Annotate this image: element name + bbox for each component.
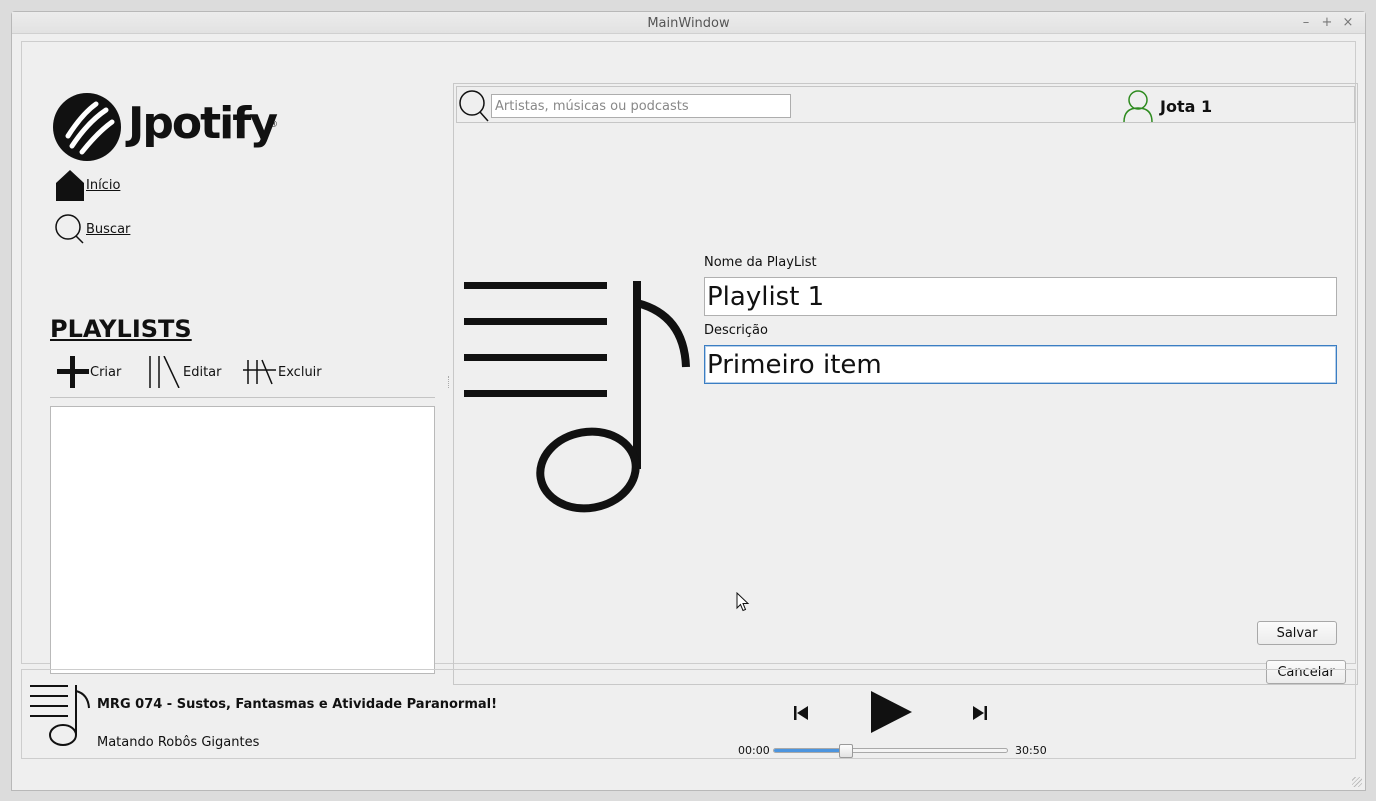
close-button[interactable]: ×	[1341, 15, 1355, 30]
user-name: Jota 1	[1160, 96, 1213, 116]
track-artist: Matando Robôs Gigantes	[97, 735, 260, 750]
delete-playlist-button[interactable]: Excluir	[242, 356, 322, 388]
nav-search[interactable]: Buscar	[54, 213, 130, 245]
track-title: MRG 074 - Sustos, Fantasmas e Atividade …	[97, 697, 498, 712]
next-track-icon[interactable]	[972, 705, 988, 721]
edit-playlist-label: Editar	[183, 364, 222, 380]
delete-icon	[243, 359, 276, 385]
nav-home[interactable]: Início	[54, 168, 120, 202]
playlist-name-input[interactable]	[704, 277, 1337, 316]
track-music-icon	[30, 685, 90, 746]
progress-fill	[774, 749, 847, 752]
progress-slider[interactable]	[773, 744, 1008, 758]
description-label: Descrição	[704, 323, 768, 338]
description-input[interactable]	[704, 345, 1337, 384]
previous-track-icon[interactable]	[793, 705, 809, 721]
divider	[50, 397, 435, 398]
nav-home-label: Início	[86, 177, 121, 193]
content-area: Jota 1 Nome da PlayList Descrição Salvar…	[453, 83, 1358, 685]
total-time: 30:50	[1015, 744, 1047, 757]
window-title: MainWindow	[647, 16, 730, 31]
playlists-heading: PLAYLISTS	[50, 315, 192, 343]
edit-playlist-button[interactable]: Editar	[147, 356, 222, 388]
playlist-music-icon	[464, 281, 690, 513]
brand-registered: ®	[269, 120, 278, 130]
nav-search-label: Buscar	[86, 221, 131, 237]
title-bar: MainWindow – + ×	[12, 12, 1365, 34]
home-icon	[56, 170, 84, 201]
edit-icon	[149, 356, 180, 388]
save-button[interactable]: Salvar	[1257, 621, 1337, 645]
splitter-handle[interactable]	[448, 376, 450, 388]
create-playlist-button[interactable]: Criar	[56, 356, 121, 388]
progress-handle[interactable]	[839, 744, 854, 758]
plus-icon	[57, 356, 89, 388]
main-window: MainWindow – + × Jpotify ® Início Buscar	[11, 11, 1366, 791]
maximize-button[interactable]: +	[1320, 15, 1334, 30]
minimize-button[interactable]: –	[1299, 15, 1313, 30]
main-panel: Jpotify ® Início Buscar PLAYLISTS Criar	[21, 41, 1358, 685]
player-bar: MRG 074 - Sustos, Fantasmas e Atividade …	[21, 669, 1356, 759]
jpotify-logo-icon	[53, 93, 121, 161]
playlist-name-label: Nome da PlayList	[704, 255, 817, 270]
search-icon	[459, 90, 489, 122]
create-playlist-label: Criar	[90, 364, 122, 380]
brand-name: Jpotify	[128, 98, 278, 149]
mouse-cursor-icon	[736, 592, 750, 612]
delete-playlist-label: Excluir	[278, 364, 322, 380]
play-icon[interactable]	[869, 690, 913, 734]
search-icon	[55, 214, 84, 244]
user-icon	[1123, 90, 1153, 123]
search-input[interactable]	[491, 94, 791, 118]
top-search-bar: Jota 1	[456, 86, 1355, 123]
current-time: 00:00	[738, 744, 770, 757]
playlist-list[interactable]	[50, 406, 435, 674]
user-profile[interactable]: Jota 1	[1122, 89, 1212, 123]
resize-grip[interactable]	[1352, 777, 1362, 787]
